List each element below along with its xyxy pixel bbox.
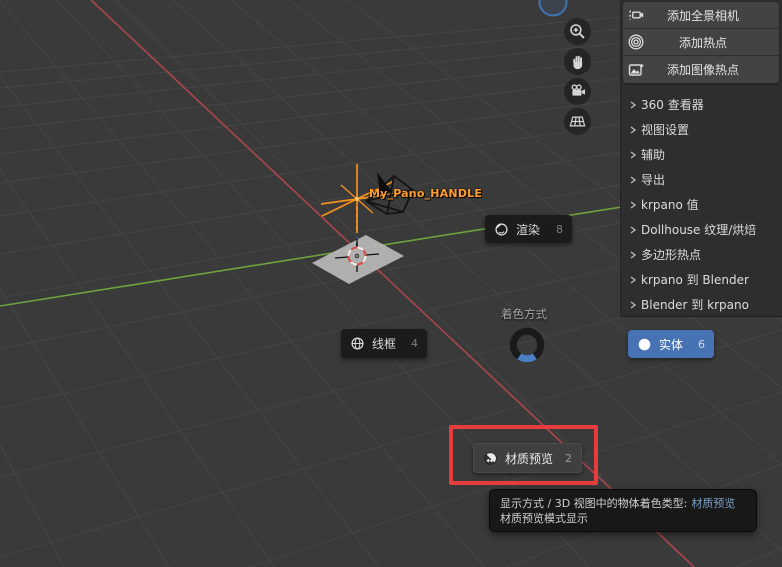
camera-view-icon bbox=[571, 84, 586, 96]
add-hotspot-label: 添加热点 bbox=[678, 35, 727, 50]
hotspot-rings-icon bbox=[623, 33, 649, 51]
add-panorama-camera-label: 添加全景相机 bbox=[666, 8, 739, 23]
pie-menu-title: 着色方式 bbox=[501, 307, 547, 321]
pie-item-label: 渲染 bbox=[516, 222, 541, 237]
chevron-right-icon bbox=[625, 250, 641, 259]
chevron-right-icon bbox=[625, 125, 641, 134]
chevron-right-icon bbox=[625, 225, 641, 234]
pie-item-rendered[interactable]: 渲染 8 bbox=[485, 215, 572, 243]
chevron-right-icon bbox=[625, 200, 641, 209]
perspective-grid-button[interactable] bbox=[564, 108, 591, 135]
blender-viewport-window: My_Pano_HANDLE 添加全景相机 添加热点 添加图像热点 360 查看… bbox=[0, 0, 782, 567]
add-image-hotspot-label: 添加图像热点 bbox=[666, 63, 739, 77]
chevron-right-icon bbox=[625, 100, 641, 109]
solid-sphere-icon bbox=[638, 338, 651, 350]
tooltip-value: 材质预览 bbox=[691, 497, 736, 510]
orthographic-grid-icon bbox=[569, 116, 586, 127]
plane-object[interactable] bbox=[312, 235, 404, 284]
chevron-right-icon bbox=[625, 275, 641, 284]
chevron-right-icon bbox=[625, 300, 641, 309]
annotation-highlight-rect bbox=[449, 425, 598, 485]
pie-center-ring bbox=[509, 327, 545, 363]
pie-item-shortcut: 4 bbox=[411, 337, 418, 350]
chevron-right-icon bbox=[625, 175, 641, 184]
hand-pan-icon bbox=[572, 55, 582, 69]
add-panorama-camera-button[interactable]: 添加全景相机 bbox=[623, 2, 779, 29]
sidebar-section-polygon-hotspot[interactable]: 多边形热点 bbox=[625, 242, 780, 267]
sidebar-section-krpano-values[interactable]: krpano 值 bbox=[625, 192, 780, 217]
object-name-label: My_Pano_HANDLE bbox=[369, 187, 483, 200]
zoom-in-icon bbox=[570, 24, 585, 39]
sidebar-section-krpano-to-blender[interactable]: krpano 到 Blender bbox=[625, 267, 780, 292]
tooltip-line2: 材质预览模式显示 bbox=[500, 512, 588, 525]
tooltip: 显示方式 / 3D 视图中的物体着色类型: 材质预览 材质预览模式显示 bbox=[489, 489, 757, 532]
tooltip-line1: 显示方式 / 3D 视图中的物体着色类型: 材质预览 bbox=[500, 497, 736, 510]
sidebar-section-export[interactable]: 导出 bbox=[625, 167, 780, 192]
pie-item-solid[interactable]: 实体 6 bbox=[628, 330, 714, 358]
sidebar-panel: 添加全景相机 添加热点 添加图像热点 360 查看器 视图设置 辅助 导出 kr… bbox=[620, 0, 782, 317]
sidebar-button-group: 添加全景相机 添加热点 添加图像热点 bbox=[623, 2, 779, 83]
sidebar-section-helpers[interactable]: 辅助 bbox=[625, 142, 780, 167]
pie-item-shortcut: 8 bbox=[556, 222, 563, 236]
pie-item-label: 线框 bbox=[372, 337, 397, 351]
rendered-sphere-icon bbox=[495, 222, 508, 236]
pie-item-wireframe[interactable]: 线框 4 bbox=[341, 329, 427, 358]
sidebar-section-blender-to-krpano[interactable]: Blender 到 krpano bbox=[625, 292, 780, 317]
wireframe-sphere-icon bbox=[351, 337, 364, 350]
zoom-in-button[interactable] bbox=[564, 18, 591, 45]
add-image-hotspot-button[interactable]: 添加图像热点 bbox=[623, 56, 779, 83]
add-hotspot-button[interactable]: 添加热点 bbox=[623, 29, 779, 56]
sidebar-section-dollhouse-bake[interactable]: Dollhouse 纹理/烘焙 bbox=[625, 217, 780, 242]
panorama-camera-icon bbox=[623, 6, 649, 24]
pan-view-button[interactable] bbox=[564, 48, 591, 75]
sidebar-section-view-settings[interactable]: 视图设置 bbox=[625, 117, 780, 142]
image-hotspot-icon bbox=[623, 61, 649, 79]
empty-origin-dot bbox=[355, 197, 359, 201]
pie-item-shortcut: 6 bbox=[698, 337, 705, 351]
pie-direction-arc bbox=[517, 353, 537, 363]
camera-view-button[interactable] bbox=[564, 78, 591, 105]
pie-item-label: 实体 bbox=[659, 337, 684, 352]
navigation-gizmo-ball[interactable] bbox=[538, 0, 568, 17]
chevron-right-icon bbox=[625, 150, 641, 159]
sidebar-section-360-viewer[interactable]: 360 查看器 bbox=[625, 92, 780, 117]
sidebar-sections: 360 查看器 视图设置 辅助 导出 krpano 值 Dollhouse 纹理… bbox=[625, 92, 780, 317]
